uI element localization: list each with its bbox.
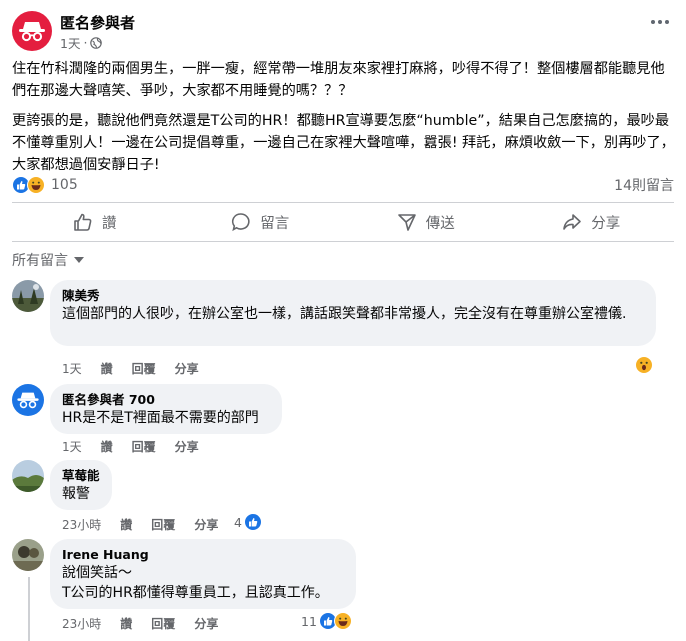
comment-text: 這個部門的人很吵，在辦公室也一樣，講話跟笑聲都非常擾人，完全沒有在尊重辦公室禮儀… bbox=[62, 306, 627, 322]
caret-down-icon bbox=[74, 257, 84, 263]
comment-text: HR是不是T裡面最不需要的部門 bbox=[62, 410, 259, 426]
comment-bubble: 草莓能 報警 bbox=[50, 460, 112, 510]
thumbs-up-icon bbox=[74, 213, 92, 231]
share-label: 分享 bbox=[591, 215, 621, 232]
comment-item: 草莓能 報警 23小時 讚 回覆 分享 4 bbox=[12, 460, 674, 532]
commenter-name[interactable]: 陳美秀 bbox=[62, 287, 644, 304]
comment-reply-button[interactable]: 回覆 bbox=[151, 516, 175, 533]
comment-like-button[interactable]: 讚 bbox=[120, 516, 132, 533]
more-options-button[interactable] bbox=[648, 15, 672, 29]
share-button[interactable]: 分享 bbox=[509, 204, 675, 240]
comment-time[interactable]: 23小時 bbox=[62, 516, 101, 533]
reaction-icons[interactable] bbox=[12, 176, 45, 194]
comment-reactions[interactable]: 11 bbox=[301, 612, 352, 630]
comment-actions: 1天 讚 回覆 分享 bbox=[62, 360, 199, 377]
comment-count[interactable]: 14則留言 bbox=[614, 175, 674, 195]
reply-thread-line bbox=[28, 577, 30, 641]
comment-actions: 23小時 讚 回覆 分享 bbox=[62, 516, 218, 533]
reaction-summary: 105 14則留言 bbox=[12, 174, 674, 196]
comment-share-button[interactable]: 分享 bbox=[175, 438, 199, 455]
comment-label: 留言 bbox=[260, 215, 290, 232]
incognito-icon bbox=[17, 392, 39, 409]
commenter-avatar[interactable] bbox=[12, 280, 44, 312]
comment-reply-button[interactable]: 回覆 bbox=[132, 438, 156, 455]
haha-reaction-icon bbox=[333, 612, 352, 630]
divider bbox=[12, 241, 674, 242]
commenter-avatar[interactable] bbox=[12, 539, 44, 571]
like-label: 讚 bbox=[102, 215, 117, 232]
incognito-icon bbox=[19, 22, 45, 42]
comment-like-button[interactable]: 讚 bbox=[101, 360, 113, 377]
send-button[interactable]: 傳送 bbox=[343, 204, 509, 240]
comment-sort-dropdown[interactable]: 所有留言 bbox=[12, 250, 84, 270]
comment-reaction-count: 11 bbox=[301, 613, 317, 629]
anonymous-avatar[interactable] bbox=[12, 384, 44, 416]
post-meta: 1天 · bbox=[60, 33, 103, 52]
commenter-avatar[interactable] bbox=[12, 460, 44, 492]
comment-reactions[interactable] bbox=[635, 356, 653, 374]
like-button[interactable]: 讚 bbox=[12, 204, 178, 240]
comment-reply-button[interactable]: 回覆 bbox=[151, 615, 175, 632]
post-content: 住在竹科潤隆的兩個男生，一胖一瘦，經常帶一堆朋友來家裡打麻將，吵得不得了！整個樓… bbox=[12, 58, 678, 184]
comment-bubble-icon bbox=[232, 213, 250, 232]
comment-text-line: T公司的HR都懂得尊重員工，且認真工作。 bbox=[62, 585, 329, 601]
commenter-name[interactable]: Irene Huang bbox=[62, 546, 344, 563]
anonymous-avatar[interactable] bbox=[12, 11, 52, 51]
comment-share-button[interactable]: 分享 bbox=[194, 615, 218, 632]
post-time[interactable]: 1天 bbox=[60, 33, 80, 52]
share-arrow-icon bbox=[563, 214, 582, 230]
wow-reaction-icon bbox=[635, 356, 653, 374]
post-paragraph: 更誇張的是，聽說他們竟然還是T公司的HR！都聽HR宣導要怎麼“humble”，結… bbox=[12, 113, 675, 173]
comment-actions: 23小時 讚 回覆 分享 bbox=[62, 615, 218, 632]
action-bar: 讚 留言 傳送 分享 bbox=[12, 204, 674, 240]
reaction-count[interactable]: 105 bbox=[51, 177, 78, 193]
comment-like-button[interactable]: 讚 bbox=[101, 438, 113, 455]
send-icon bbox=[397, 214, 416, 231]
comment-time[interactable]: 1天 bbox=[62, 360, 82, 377]
globe-icon bbox=[90, 36, 103, 49]
send-label: 傳送 bbox=[425, 215, 455, 232]
like-reaction-icon bbox=[243, 513, 262, 531]
comment-reaction-count: 4 bbox=[234, 514, 242, 530]
comment-reply-button[interactable]: 回覆 bbox=[132, 360, 156, 377]
comment-like-button[interactable]: 讚 bbox=[120, 615, 132, 632]
comment-actions: 1天 讚 回覆 分享 bbox=[62, 438, 199, 455]
comment-text-line: 說個笑話～ bbox=[62, 565, 132, 581]
comment-bubble: Irene Huang 說個笑話～ T公司的HR都懂得尊重員工，且認真工作。 bbox=[50, 539, 356, 609]
comment-time[interactable]: 23小時 bbox=[62, 615, 101, 632]
haha-reaction-icon bbox=[27, 176, 45, 194]
comment-time[interactable]: 1天 bbox=[62, 438, 82, 455]
comment-bubble: 陳美秀 這個部門的人很吵，在辦公室也一樣，講話跟笑聲都非常擾人，完全沒有在尊重辦… bbox=[50, 280, 656, 346]
commenter-name[interactable]: 匿名參與者 700 bbox=[62, 391, 270, 408]
commenter-name[interactable]: 草莓能 bbox=[62, 467, 100, 484]
comment-bubble: 匿名參與者 700 HR是不是T裡面最不需要的部門 bbox=[50, 384, 282, 434]
post-author[interactable]: 匿名參與者 bbox=[60, 12, 135, 33]
sort-label: 所有留言 bbox=[12, 253, 68, 269]
comment-text: 報警 bbox=[62, 486, 90, 502]
comment-share-button[interactable]: 分享 bbox=[175, 360, 199, 377]
comment-share-button[interactable]: 分享 bbox=[194, 516, 218, 533]
post-header: 匿名參與者 1天 · bbox=[12, 9, 674, 51]
comment-reactions[interactable]: 4 bbox=[234, 513, 262, 531]
comment-button[interactable]: 留言 bbox=[178, 204, 344, 240]
divider bbox=[12, 202, 674, 203]
post-paragraph: 住在竹科潤隆的兩個男生，一胖一瘦，經常帶一堆朋友來家裡打麻將，吵得不得了！整個樓… bbox=[12, 61, 665, 99]
comment-item: 匿名參與者 700 HR是不是T裡面最不需要的部門 1天 讚 回覆 分享 bbox=[12, 384, 674, 456]
comment-item: 陳美秀 這個部門的人很吵，在辦公室也一樣，講話跟笑聲都非常擾人，完全沒有在尊重辦… bbox=[12, 280, 674, 380]
comment-item: Irene Huang 說個笑話～ T公司的HR都懂得尊重員工，且認真工作。 2… bbox=[12, 539, 674, 641]
